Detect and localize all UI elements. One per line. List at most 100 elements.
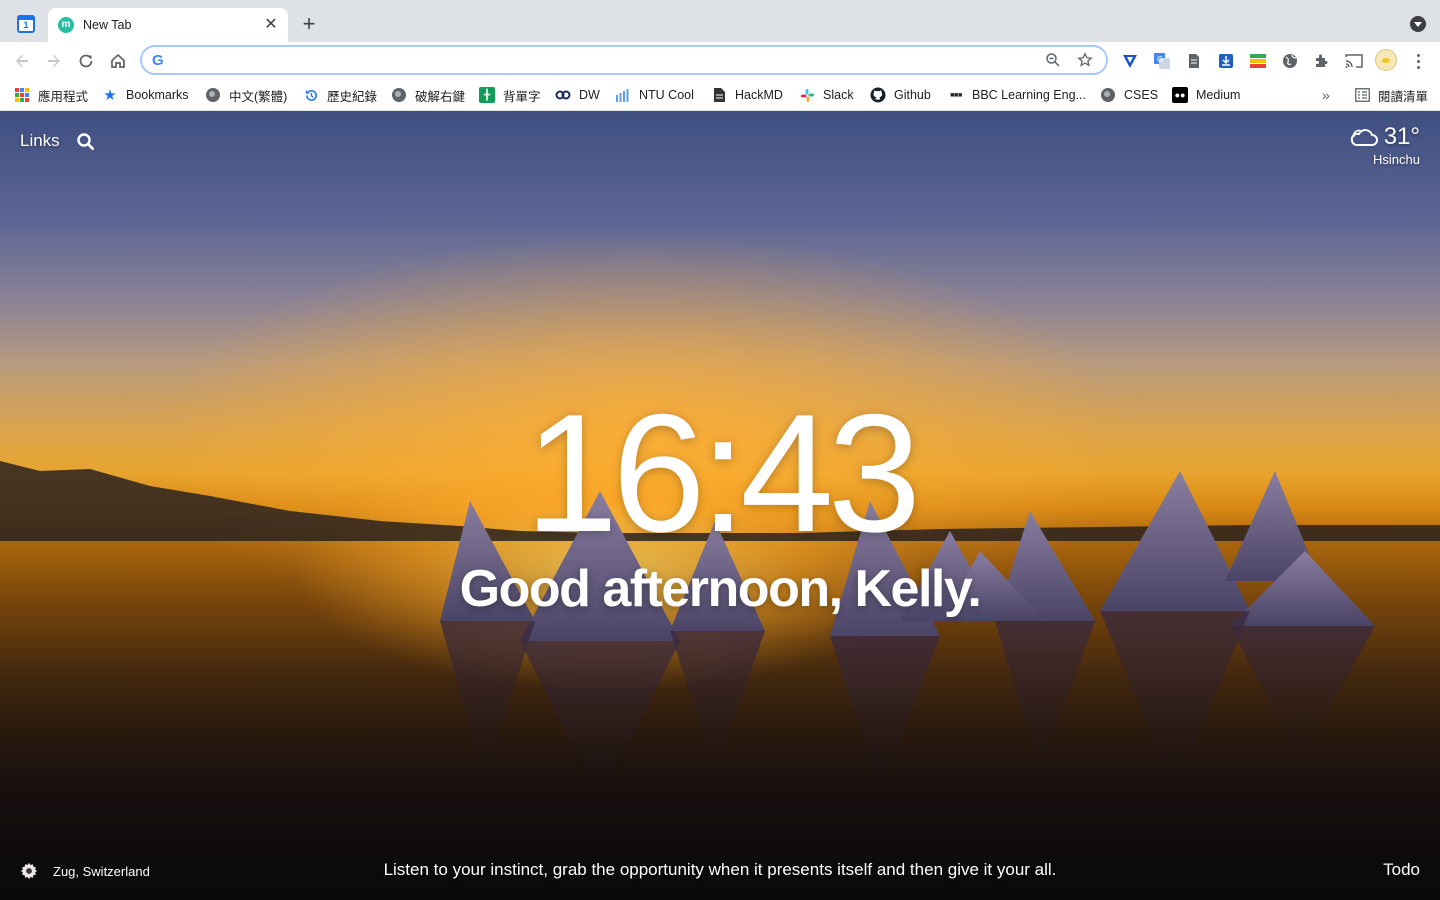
weather-temperature: 31° bbox=[1383, 123, 1420, 150]
omnibox-input[interactable] bbox=[178, 52, 1032, 68]
extension-vpn-icon[interactable] bbox=[1120, 51, 1140, 71]
zoom-icon[interactable] bbox=[1042, 49, 1064, 71]
bookmark-right-click[interactable]: 破解右鍵 bbox=[391, 85, 465, 105]
extensions-button[interactable] bbox=[1312, 51, 1332, 71]
bookmark-label: Github bbox=[894, 88, 931, 102]
earth-icon bbox=[1283, 54, 1297, 68]
back-button[interactable] bbox=[8, 47, 36, 75]
home-button[interactable] bbox=[104, 47, 132, 75]
tab-strip: m New Tab ✕ + bbox=[0, 0, 1440, 42]
file-icon bbox=[1189, 54, 1199, 68]
sheets-icon: ╋ bbox=[479, 87, 495, 103]
bookmark-label: NTU Cool bbox=[639, 88, 694, 102]
arrow-left-icon bbox=[16, 55, 28, 67]
bookmark-bbc[interactable]: ■■■ BBC Learning Eng... bbox=[948, 85, 1086, 105]
bookmark-github[interactable]: Github bbox=[870, 85, 931, 105]
bookmark-label: Slack bbox=[823, 88, 854, 102]
daily-quote[interactable]: Listen to your instinct, grab the opport… bbox=[0, 860, 1440, 880]
google-translate-icon[interactable]: G bbox=[1152, 51, 1172, 71]
bbc-icon: ■■■ bbox=[950, 91, 962, 99]
clock: 16:43 bbox=[524, 379, 921, 567]
ntu-cool-icon bbox=[615, 87, 631, 103]
bookmark-cses[interactable]: CSES bbox=[1100, 85, 1158, 105]
home-icon bbox=[111, 53, 125, 68]
browser-menu-button[interactable] bbox=[1408, 51, 1428, 71]
globe-icon bbox=[391, 87, 407, 103]
star-outline-icon bbox=[1077, 52, 1093, 67]
bookmark-slack[interactable]: Slack bbox=[799, 85, 854, 105]
bookmark-label: HackMD bbox=[735, 88, 783, 102]
reload-button[interactable] bbox=[72, 47, 100, 75]
greeting[interactable]: Good afternoon, Kelly. bbox=[0, 559, 1440, 619]
color-bars-icon bbox=[1250, 54, 1266, 68]
reading-list-label: 閱讀清單 bbox=[1378, 89, 1429, 104]
bookmark-label: 中文(繁體) bbox=[229, 89, 288, 104]
bookmark-label: 歷史紀錄 bbox=[327, 89, 378, 104]
bookmark-label: 破解右鍵 bbox=[415, 89, 466, 104]
bookmark-star-icon[interactable] bbox=[1074, 49, 1096, 71]
document-icon bbox=[711, 87, 727, 103]
dot-icon bbox=[1416, 65, 1420, 69]
bookmark-history[interactable]: 歷史紀錄 bbox=[303, 85, 377, 105]
todo-button[interactable]: Todo bbox=[1383, 860, 1420, 880]
calendar-icon bbox=[17, 15, 35, 33]
translate-icon: G bbox=[1154, 53, 1170, 69]
bookmark-label: 背單字 bbox=[503, 89, 541, 104]
download-icon bbox=[1219, 54, 1233, 68]
globe-icon bbox=[205, 87, 221, 103]
tab-title: New Tab bbox=[83, 18, 132, 32]
cloud-icon bbox=[1350, 129, 1378, 146]
bookmark-label: BBC Learning Eng... bbox=[972, 88, 1086, 102]
vpn-globe-extension-icon[interactable] bbox=[1280, 51, 1300, 71]
bookmark-hackmd[interactable]: HackMD bbox=[711, 85, 783, 105]
history-icon bbox=[303, 87, 319, 103]
heart-shield-icon bbox=[1123, 55, 1137, 68]
bookmark-dw[interactable]: DW bbox=[555, 85, 600, 105]
dw-icon bbox=[555, 87, 571, 103]
bookmark-label: Medium bbox=[1196, 88, 1241, 102]
bookmarks-bar: 應用程式 ★ Bookmarks 中文(繁體) 歷史紀錄 破解右鍵 ╋ 背單字 … bbox=[0, 80, 1440, 111]
reading-list-icon bbox=[1354, 87, 1370, 103]
slack-icon bbox=[799, 87, 815, 103]
bookmark-ntu-cool[interactable]: NTU Cool bbox=[615, 85, 694, 105]
magnifier-minus-icon bbox=[1046, 53, 1060, 67]
reading-list-button[interactable]: 閱讀清單 bbox=[1354, 85, 1428, 105]
weather-widget[interactable]: 31° Hsinchu bbox=[1348, 123, 1420, 167]
svg-text:G: G bbox=[1157, 55, 1163, 64]
tab-search-icon[interactable] bbox=[1410, 16, 1426, 32]
dot-icon bbox=[1416, 53, 1420, 57]
bookmark-medium[interactable]: ●● Medium bbox=[1172, 85, 1240, 105]
forward-button[interactable] bbox=[40, 47, 68, 75]
bookmark-apps[interactable]: 應用程式 bbox=[14, 85, 88, 105]
bookmark-label: Bookmarks bbox=[126, 88, 189, 102]
pinned-tab-calendar[interactable] bbox=[8, 8, 44, 40]
bookmark-label: 應用程式 bbox=[38, 89, 89, 104]
color-extension-icon[interactable] bbox=[1248, 51, 1268, 71]
bookmarks-overflow-button[interactable]: » bbox=[1322, 85, 1330, 105]
bookmark-vocab[interactable]: ╋ 背單字 bbox=[479, 85, 541, 105]
reload-icon bbox=[79, 54, 93, 68]
weather-city: Hsinchu bbox=[1373, 152, 1420, 167]
profile-avatar[interactable] bbox=[1375, 49, 1397, 71]
toolbar: G G bbox=[0, 42, 1440, 80]
bookmark-bookmarks[interactable]: ★ Bookmarks bbox=[102, 85, 189, 105]
downloader-extension-icon[interactable] bbox=[1216, 51, 1236, 71]
document-extension-icon[interactable] bbox=[1184, 51, 1204, 71]
medium-icon: ●● bbox=[1172, 87, 1188, 103]
close-tab-icon[interactable]: ✕ bbox=[262, 16, 280, 34]
apps-grid-icon bbox=[14, 87, 30, 103]
puzzle-icon bbox=[1316, 54, 1328, 67]
cast-icon bbox=[1345, 54, 1363, 68]
bookmark-chinese[interactable]: 中文(繁體) bbox=[205, 85, 287, 105]
new-tab-button[interactable]: + bbox=[296, 12, 322, 38]
tab-new-tab[interactable]: m New Tab ✕ bbox=[48, 8, 288, 42]
links-button[interactable]: Links bbox=[20, 131, 60, 151]
star-icon: ★ bbox=[103, 87, 117, 104]
search-icon[interactable] bbox=[76, 132, 96, 152]
momentum-favicon-icon: m bbox=[58, 17, 74, 33]
bookmark-label: CSES bbox=[1124, 88, 1159, 102]
momentum-background: Links 31° Hsinchu 16:43 Good afternoon, … bbox=[0, 111, 1440, 900]
omnibox[interactable]: G bbox=[140, 45, 1108, 75]
google-g-icon: G bbox=[152, 51, 164, 69]
cast-button[interactable] bbox=[1344, 51, 1364, 71]
